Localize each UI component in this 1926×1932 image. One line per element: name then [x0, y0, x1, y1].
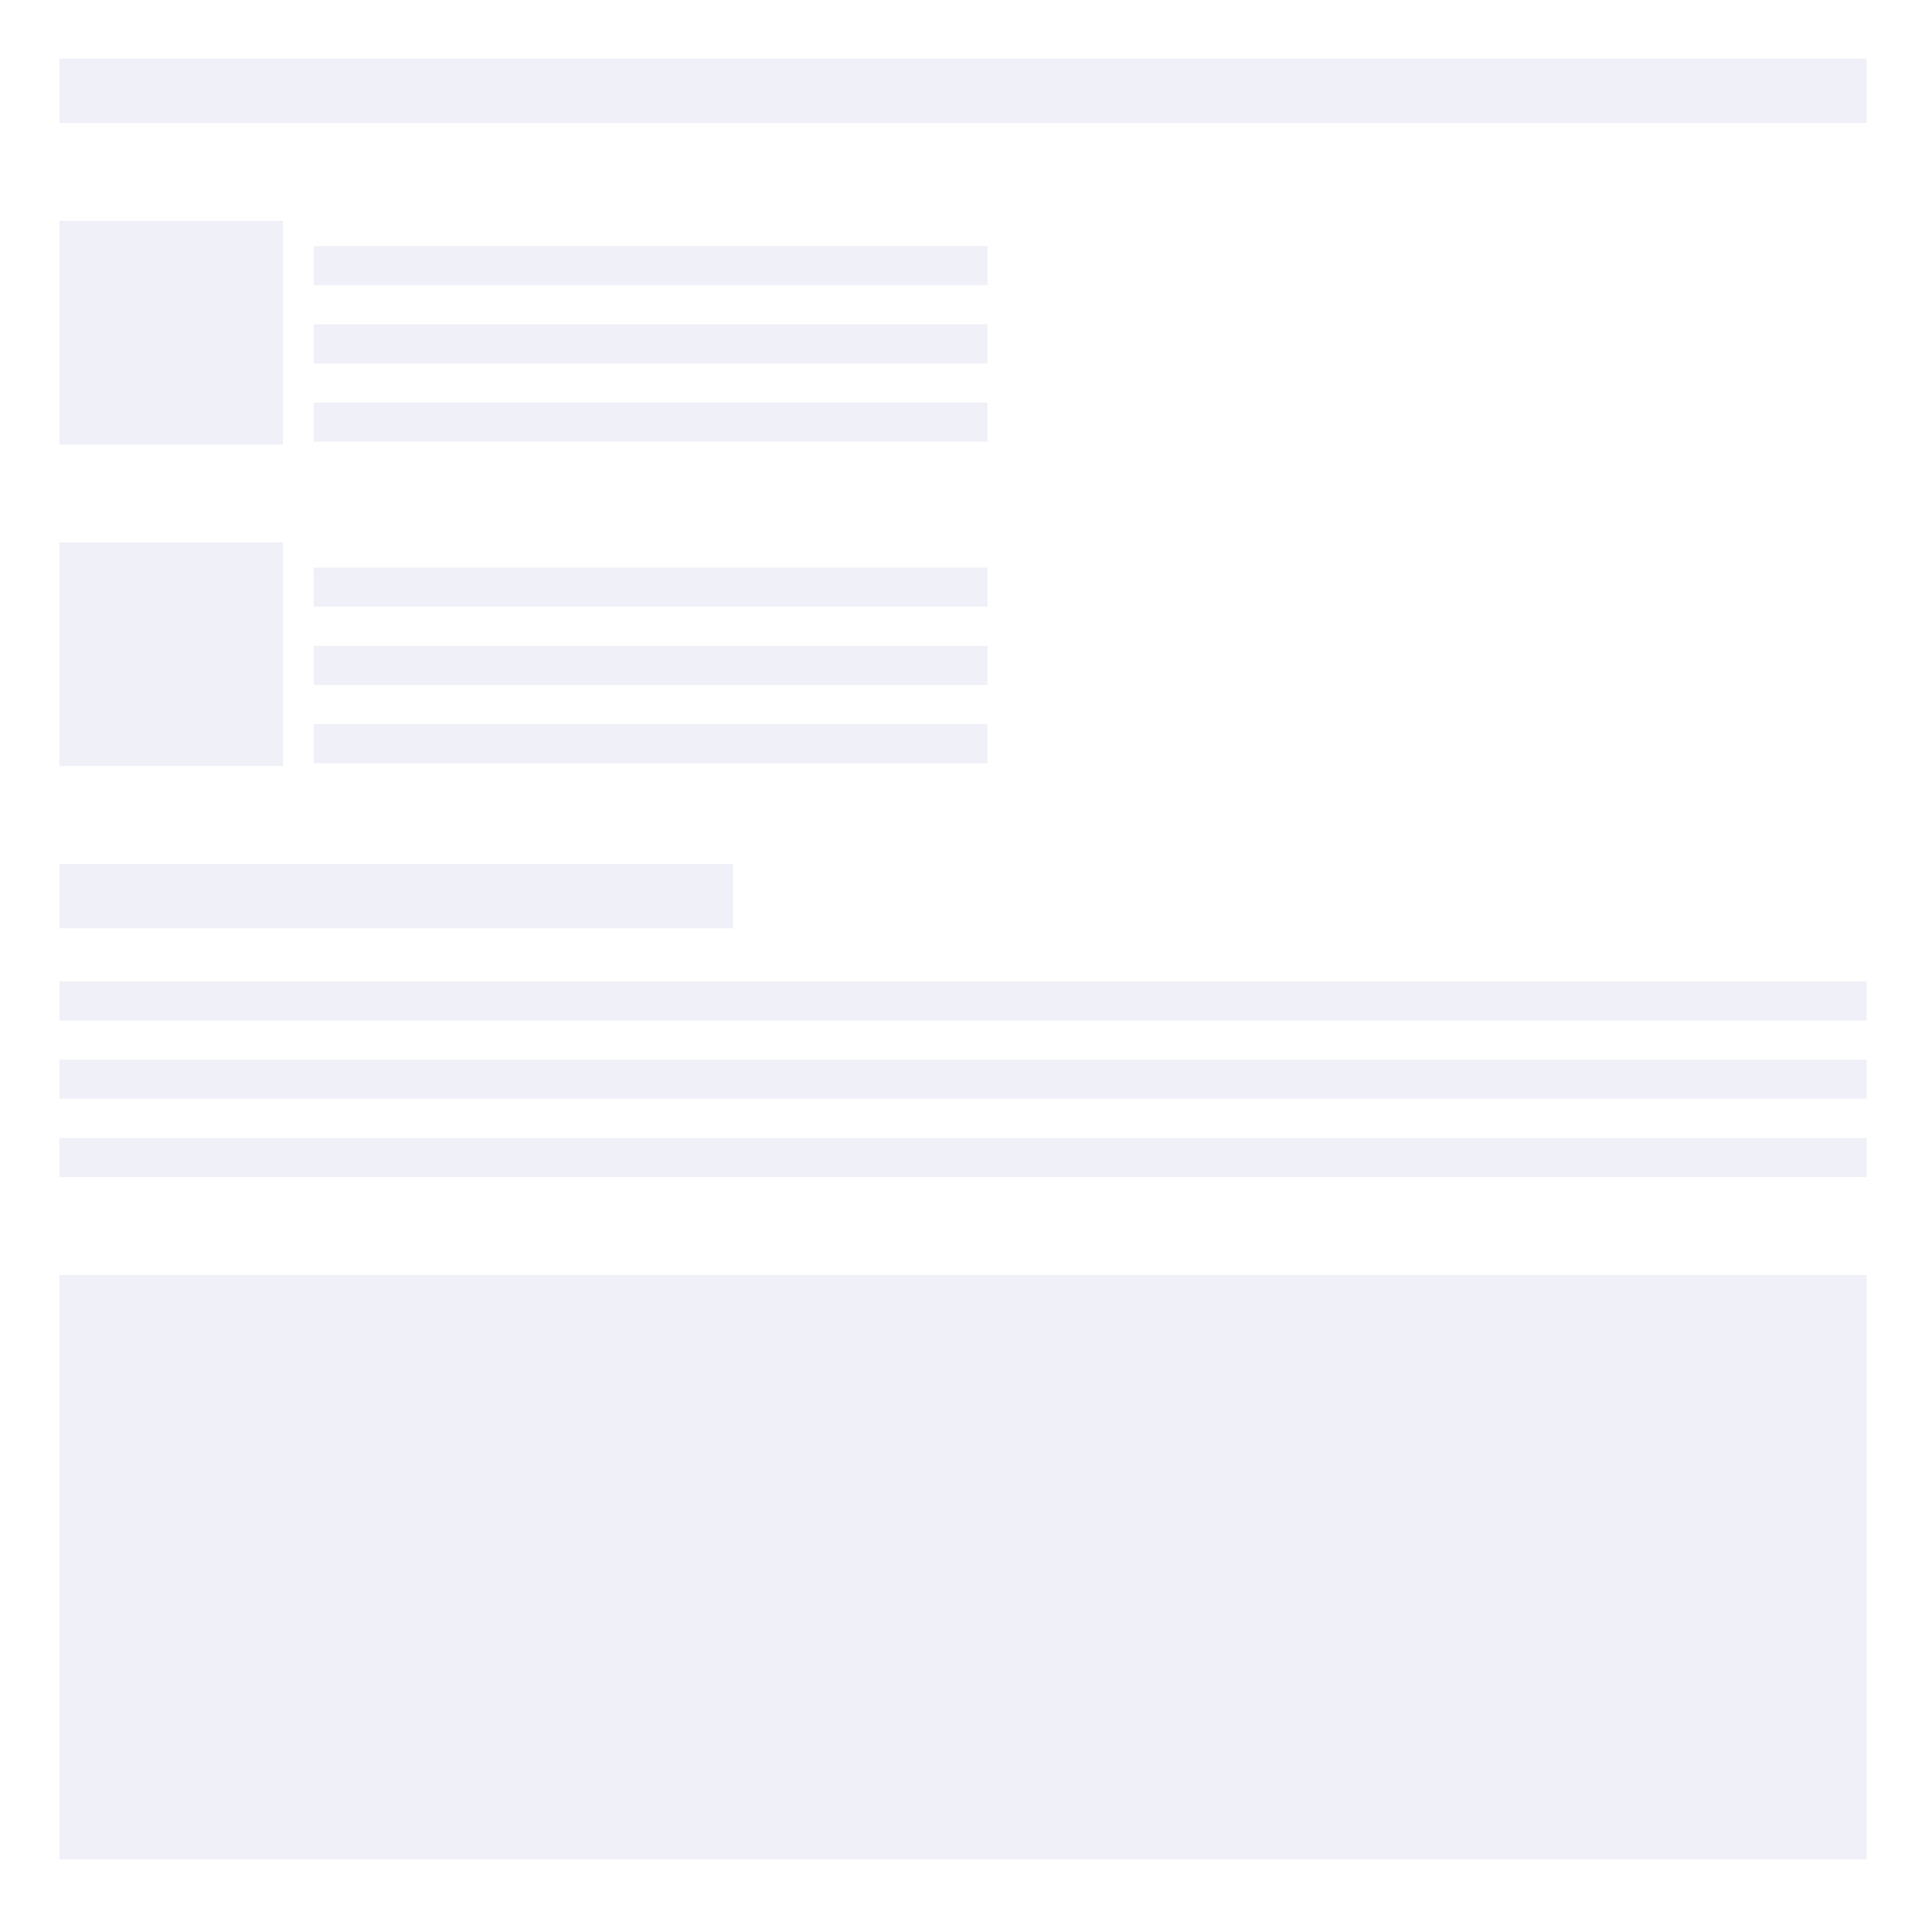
- text-line-placeholder: [314, 724, 987, 763]
- text-line-placeholder: [314, 568, 987, 607]
- text-line-placeholder: [314, 246, 987, 285]
- thumbnail-placeholder: [59, 542, 283, 766]
- text-line-placeholder: [314, 646, 987, 685]
- text-line-placeholder: [314, 324, 987, 363]
- skeleton-loading-page: [0, 0, 1926, 1932]
- section-heading-placeholder: [59, 864, 733, 928]
- content-block-placeholder: [59, 1275, 1867, 1859]
- text-line-placeholder: [314, 403, 987, 442]
- thumbnail-placeholder: [59, 221, 283, 445]
- text-line-placeholder: [59, 1060, 1867, 1099]
- text-line-placeholder: [59, 981, 1867, 1021]
- text-line-placeholder: [59, 1138, 1867, 1177]
- header-bar-placeholder: [59, 59, 1867, 123]
